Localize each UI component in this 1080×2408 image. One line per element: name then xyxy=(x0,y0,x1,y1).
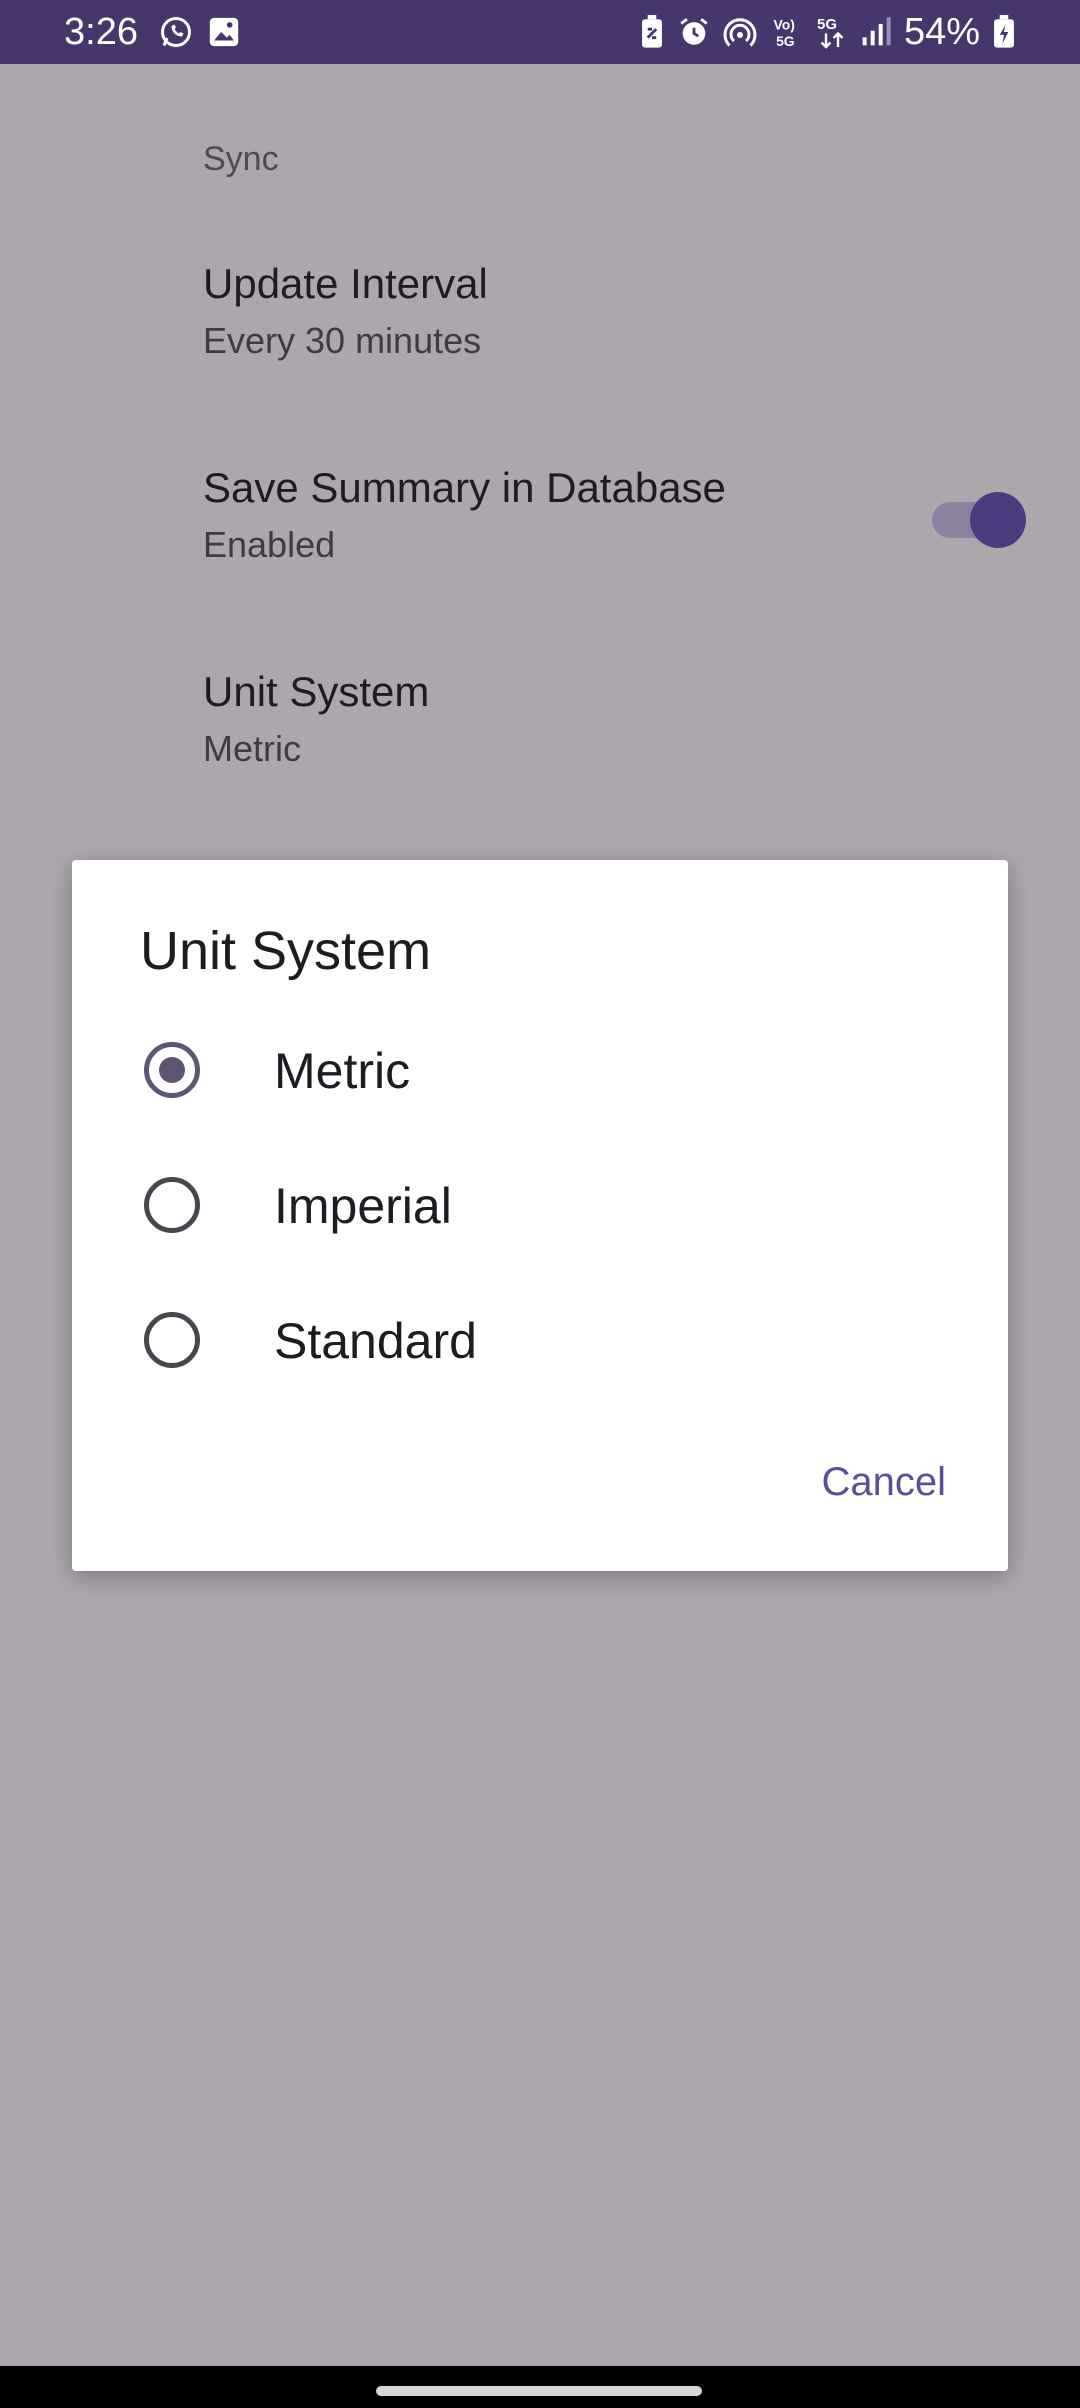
status-bar: 3:26 Vo) 5G 5G 54% xyxy=(0,0,1080,64)
option-metric[interactable]: Metric xyxy=(72,1002,1008,1136)
home-gesture-handle[interactable] xyxy=(376,2386,702,2396)
cancel-button[interactable]: Cancel xyxy=(821,1460,946,1505)
pref-summary: Metric xyxy=(203,728,301,769)
whatsapp-icon xyxy=(158,14,194,50)
navigation-bar xyxy=(0,2366,1080,2408)
option-label: Imperial xyxy=(274,1178,452,1234)
radio-button[interactable] xyxy=(144,1177,200,1233)
unit-system-dialog: Unit System Metric Imperial Standard Can… xyxy=(72,860,1008,1571)
signal-icon xyxy=(858,14,894,50)
save-summary-toggle[interactable] xyxy=(930,488,1026,552)
svg-text:Vo): Vo) xyxy=(774,16,795,32)
pref-save-summary[interactable]: Save Summary in Database Enabled xyxy=(203,464,726,566)
5g-icon: 5G xyxy=(814,14,850,50)
option-label: Metric xyxy=(274,1043,411,1099)
section-header-sync: Sync xyxy=(203,140,279,178)
pref-title: Save Summary in Database xyxy=(203,464,726,511)
status-time: 3:26 xyxy=(64,11,138,53)
battery-saver-icon xyxy=(634,14,670,50)
pref-title: Unit System xyxy=(203,668,430,715)
pref-unit-system[interactable]: Unit System Metric xyxy=(203,668,429,770)
radio-button-checked[interactable] xyxy=(144,1042,200,1098)
radio-button[interactable] xyxy=(144,1312,200,1368)
alarm-icon xyxy=(676,14,712,50)
hotspot-icon xyxy=(722,14,758,50)
gallery-icon xyxy=(206,14,242,50)
option-label: Standard xyxy=(274,1313,477,1369)
option-standard[interactable]: Standard xyxy=(72,1272,1008,1406)
battery-percent: 54% xyxy=(904,11,981,53)
pref-summary: Every 30 minutes xyxy=(203,320,482,361)
option-imperial[interactable]: Imperial xyxy=(72,1137,1008,1271)
toggle-thumb xyxy=(970,492,1026,548)
pref-title: Update Interval xyxy=(203,260,488,307)
volte-icon: Vo) 5G xyxy=(770,14,810,50)
pref-summary: Enabled xyxy=(203,524,336,565)
dialog-title: Unit System xyxy=(140,921,432,981)
battery-icon xyxy=(990,14,1018,50)
pref-update-interval[interactable]: Update Interval Every 30 minutes xyxy=(203,260,488,362)
svg-text:5G: 5G xyxy=(776,33,795,49)
svg-text:5G: 5G xyxy=(817,16,837,33)
